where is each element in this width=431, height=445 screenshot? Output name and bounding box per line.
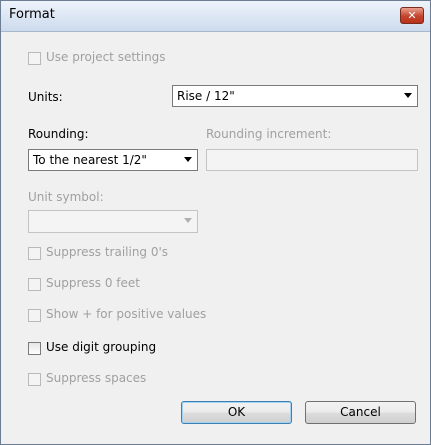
unit-symbol-dropdown[interactable] bbox=[28, 210, 198, 233]
suppress-zero-feet-label: Suppress 0 feet bbox=[46, 276, 140, 290]
chevron-down-icon bbox=[184, 218, 192, 223]
rounding-dropdown[interactable]: To the nearest 1/2" bbox=[28, 149, 198, 171]
format-dialog: Format ✕ Use project settings Units: Ris… bbox=[0, 0, 431, 445]
suppress-trailing-zeros-label: Suppress trailing 0's bbox=[46, 245, 169, 259]
rounding-value: To the nearest 1/2" bbox=[33, 153, 147, 167]
use-digit-grouping-checkbox[interactable] bbox=[28, 342, 41, 355]
dialog-content: Use project settings Units: Rise / 12" R… bbox=[1, 32, 430, 444]
show-plus-label: Show + for positive values bbox=[46, 307, 207, 321]
units-dropdown[interactable]: Rise / 12" bbox=[172, 85, 418, 107]
unit-symbol-label: Unit symbol: bbox=[28, 190, 104, 204]
units-value: Rise / 12" bbox=[177, 89, 235, 103]
close-button[interactable]: ✕ bbox=[400, 7, 424, 24]
suppress-trailing-zeros-checkbox[interactable] bbox=[28, 247, 41, 260]
rounding-increment-label: Rounding increment: bbox=[206, 127, 332, 141]
use-digit-grouping-label: Use digit grouping bbox=[46, 340, 157, 354]
rounding-increment-field[interactable] bbox=[206, 149, 418, 171]
ok-button[interactable]: OK bbox=[181, 401, 292, 424]
suppress-spaces-label: Suppress spaces bbox=[46, 371, 147, 385]
use-project-settings-checkbox[interactable] bbox=[28, 52, 41, 65]
suppress-zero-feet-checkbox[interactable] bbox=[28, 278, 41, 291]
close-icon: ✕ bbox=[407, 9, 417, 22]
dialog-title: Format bbox=[9, 7, 55, 22]
chevron-down-icon bbox=[404, 93, 412, 98]
show-plus-checkbox[interactable] bbox=[28, 309, 41, 322]
units-label: Units: bbox=[28, 90, 63, 104]
suppress-spaces-checkbox[interactable] bbox=[28, 373, 41, 386]
chevron-down-icon bbox=[184, 157, 192, 162]
use-project-settings-label: Use project settings bbox=[46, 50, 166, 64]
rounding-label: Rounding: bbox=[28, 127, 89, 141]
title-bar: Format ✕ bbox=[1, 1, 430, 32]
cancel-button[interactable]: Cancel bbox=[305, 401, 416, 424]
